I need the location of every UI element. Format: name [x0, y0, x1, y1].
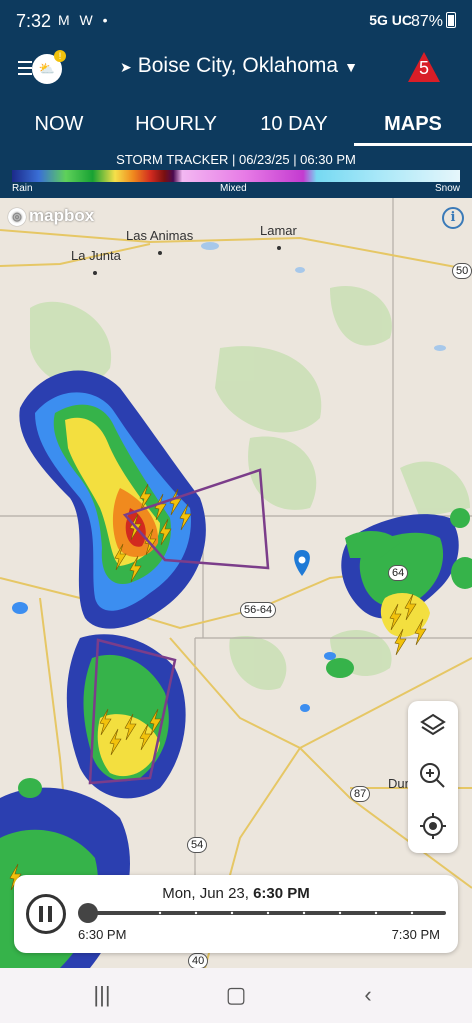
tab-hourly[interactable]: HOURLY	[126, 94, 226, 146]
battery-icon	[446, 12, 456, 28]
recent-apps-icon: |||	[93, 982, 111, 1007]
my-location-button[interactable]	[408, 801, 458, 851]
playback-date: Mon, Jun 23, 6:30 PM	[162, 885, 310, 902]
playback-slider[interactable]	[88, 911, 446, 915]
legend-mixed-label: Mixed	[220, 183, 247, 194]
location-arrow-icon: ➤	[120, 59, 132, 75]
legend-color-scale	[12, 170, 460, 182]
main-tabs: NOW HOURLY 10 DAY MAPS	[0, 94, 472, 146]
hamburger-icon	[18, 61, 32, 79]
info-icon[interactable]: i	[442, 207, 464, 229]
legend-snow-label: Snow	[434, 183, 460, 194]
route-shield: 40	[188, 953, 209, 968]
town-label: Lamar	[260, 223, 297, 253]
tab-now[interactable]: NOW	[14, 94, 104, 146]
notification-icons: M W •	[58, 12, 111, 28]
route-shield: 87	[350, 786, 371, 802]
recent-apps-button[interactable]: |||	[72, 978, 132, 1012]
layers-button[interactable]	[408, 701, 458, 751]
route-shield: 50	[452, 263, 472, 279]
town-label: La Junta	[71, 248, 121, 278]
alert-count: 5	[418, 58, 429, 78]
zoom-in-button[interactable]	[408, 751, 458, 801]
playback-end-time: 7:30 PM	[391, 927, 440, 942]
battery-percent: 87%	[410, 13, 443, 30]
playback-start-time: 6:30 PM	[78, 927, 127, 942]
mapbox-attribution[interactable]: ◎ mapbox	[8, 206, 94, 226]
location-selector[interactable]: ➤ Boise City, Oklahoma ▼	[120, 54, 358, 78]
radar-playback-bar: Mon, Jun 23, 6:30 PM 6:30 PM 7:30 PM	[14, 875, 458, 953]
radar-legend: STORM TRACKER | 06/23/25 | 06:30 PM Rain…	[0, 146, 472, 198]
playback-slider-handle[interactable]	[78, 903, 98, 923]
zoom-in-icon	[420, 763, 445, 788]
network-indicator: 5G UC	[369, 12, 412, 28]
chevron-down-icon: ▼	[344, 59, 358, 75]
legend-title: STORM TRACKER | 06/23/25 | 06:30 PM	[116, 152, 356, 167]
back-button[interactable]: ‹	[338, 978, 398, 1012]
home-icon: ▢	[225, 982, 247, 1007]
radar-map[interactable]: ◎ mapbox i Las Animas Lamar La Junta Dum …	[0, 198, 472, 968]
route-shield: 54	[187, 837, 208, 853]
layers-icon	[420, 713, 446, 736]
status-time: 7:32	[16, 11, 52, 31]
notification-dot-icon: !	[54, 50, 66, 62]
menu-button[interactable]: ⛅ !	[14, 50, 70, 86]
system-nav-bar: ||| ▢ ‹	[0, 968, 472, 1023]
pause-icon	[39, 906, 43, 922]
battery-indicator: 87%	[411, 12, 456, 31]
app-header: ⛅ ! ➤ Boise City, Oklahoma ▼ 5	[0, 44, 472, 94]
route-shield: 56-64	[240, 602, 277, 618]
tab-10-day[interactable]: 10 DAY	[246, 94, 342, 146]
route-shield: 64	[388, 565, 409, 581]
home-button[interactable]: ▢	[206, 978, 266, 1012]
mapbox-logo-icon: ◎	[8, 208, 26, 226]
crosshair-icon	[420, 813, 446, 839]
back-icon: ‹	[364, 982, 372, 1007]
map-canvas	[0, 198, 472, 968]
town-label: Las Animas	[126, 228, 193, 258]
map-controls	[408, 701, 458, 853]
location-name: Boise City, Oklahoma	[137, 54, 339, 77]
status-bar: 7:32 M W • 5G UC 87%	[0, 0, 472, 44]
alerts-button[interactable]: 5	[406, 50, 442, 84]
tab-maps[interactable]: MAPS	[354, 94, 472, 146]
legend-rain-label: Rain	[12, 183, 33, 194]
